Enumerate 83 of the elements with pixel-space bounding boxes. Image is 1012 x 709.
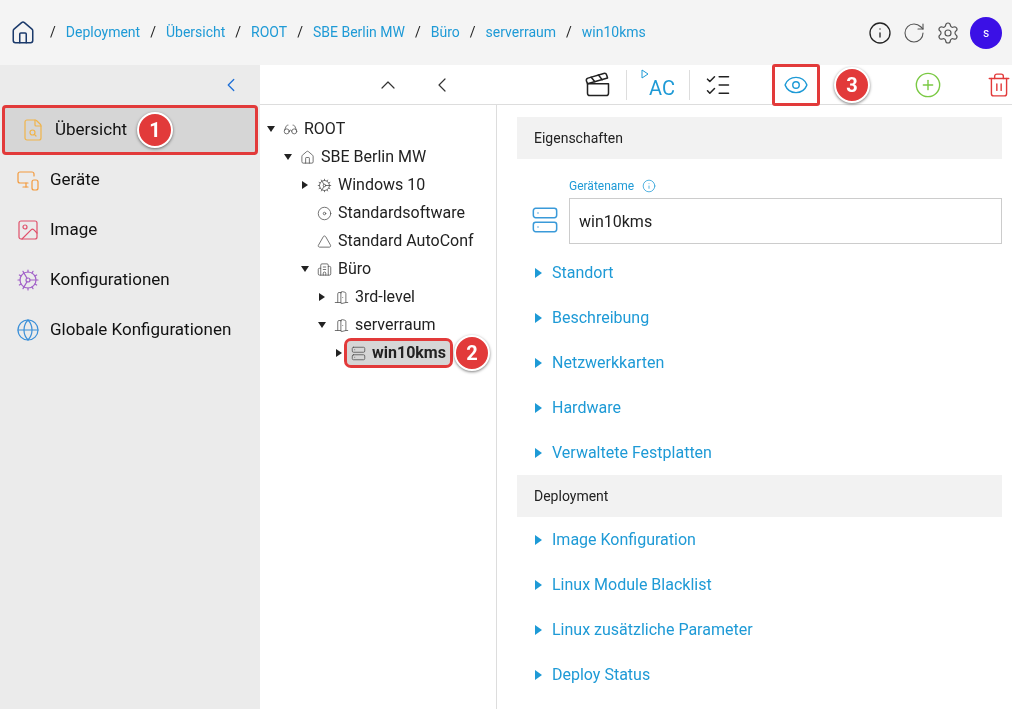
callout-badge: 2 bbox=[453, 335, 490, 371]
expand-caret-icon bbox=[535, 402, 542, 413]
tree-node-icon bbox=[317, 233, 332, 249]
expanded-caret-icon[interactable] bbox=[266, 124, 276, 134]
tree-item[interactable]: SBE Berlin MW bbox=[296, 145, 431, 169]
breadcrumb-separator: / bbox=[235, 23, 242, 42]
tree-item[interactable]: Standardsoftware bbox=[313, 201, 469, 225]
refresh-icon[interactable] bbox=[902, 20, 926, 45]
expand-caret-icon bbox=[535, 579, 542, 590]
tree-node-icon bbox=[300, 149, 315, 165]
expand-caret-icon bbox=[535, 534, 542, 545]
server-icon bbox=[531, 206, 559, 234]
tree-item[interactable]: win10kms bbox=[347, 341, 450, 365]
sidebar-item[interactable]: Geräte bbox=[0, 155, 260, 205]
breadcrumb-separator: / bbox=[469, 23, 476, 42]
play-icon bbox=[641, 68, 650, 79]
nav-icon bbox=[21, 118, 45, 142]
collapsible-section[interactable]: Linux zusätzliche Parameter bbox=[517, 607, 1002, 652]
expanded-caret-icon[interactable] bbox=[317, 320, 327, 330]
sidebar-item[interactable]: Konfigurationen bbox=[0, 255, 260, 305]
callout-badge: 1 bbox=[137, 112, 174, 148]
breadcrumb-separator: / bbox=[150, 23, 156, 42]
breadcrumb-separator: / bbox=[414, 23, 421, 42]
tree-item[interactable]: Standard AutoConf bbox=[313, 229, 478, 253]
tree-node-icon bbox=[317, 205, 332, 221]
info-icon[interactable] bbox=[868, 20, 892, 45]
breadcrumb-link[interactable]: Büro bbox=[430, 22, 460, 43]
sidebar-item[interactable]: Übersicht 1 bbox=[2, 105, 258, 155]
collapsible-section[interactable]: Deploy Status bbox=[517, 652, 1002, 697]
expand-caret-icon bbox=[535, 267, 542, 278]
device-name-field[interactable]: win10kms bbox=[569, 198, 1002, 244]
delete-icon[interactable] bbox=[986, 71, 1012, 98]
nav-icon bbox=[16, 218, 40, 242]
collapsed-caret-icon[interactable] bbox=[334, 348, 344, 358]
tree-node-icon bbox=[317, 177, 332, 193]
tree-node-icon bbox=[334, 317, 349, 333]
breadcrumb-separator: / bbox=[566, 23, 572, 42]
tree-item[interactable]: ROOT bbox=[279, 117, 350, 141]
tree-item[interactable]: serverraum bbox=[330, 313, 440, 337]
tree-node-icon bbox=[317, 261, 332, 277]
settings-icon[interactable] bbox=[936, 20, 960, 45]
tree-item[interactable]: 3rd-level bbox=[330, 285, 419, 309]
view-button[interactable] bbox=[772, 63, 820, 106]
collapsible-section[interactable]: Hardware bbox=[517, 385, 1002, 430]
nav-icon bbox=[16, 268, 40, 292]
breadcrumb-separator: / bbox=[297, 23, 303, 42]
collapsed-caret-icon[interactable] bbox=[317, 292, 327, 302]
section-header: Eigenschaften bbox=[517, 117, 1002, 159]
section-header: Deployment bbox=[517, 475, 1002, 517]
sidebar-item[interactable]: Globale Konfigurationen bbox=[0, 305, 260, 355]
breadcrumb-link[interactable]: win10kms bbox=[581, 22, 646, 43]
tree-node-icon bbox=[334, 289, 349, 305]
collapsible-section[interactable]: Beschreibung bbox=[517, 295, 1002, 340]
home-icon[interactable] bbox=[10, 19, 36, 46]
collapsible-section[interactable]: Linux Module Blacklist bbox=[517, 562, 1002, 607]
tree-item[interactable]: Windows 10 bbox=[313, 173, 430, 197]
breadcrumb-link[interactable]: Übersicht bbox=[165, 22, 226, 43]
collapsible-section[interactable]: Image Konfiguration bbox=[517, 517, 1002, 562]
breadcrumb-separator: / bbox=[50, 23, 56, 42]
field-label: Gerätename bbox=[569, 178, 635, 195]
collapsible-section[interactable]: Netzwerkkarten bbox=[517, 340, 1002, 385]
nav-icon bbox=[16, 168, 40, 192]
tree-node-icon bbox=[351, 345, 366, 361]
user-avatar[interactable]: s bbox=[970, 16, 1002, 49]
breadcrumb-link[interactable]: Deployment bbox=[65, 22, 141, 43]
expanded-caret-icon[interactable] bbox=[283, 152, 293, 162]
breadcrumb-link[interactable]: ROOT bbox=[251, 22, 288, 43]
expand-caret-icon bbox=[535, 624, 542, 635]
tree-item[interactable]: Büro bbox=[313, 257, 376, 281]
collapsible-section[interactable]: Verwaltete Festplatten bbox=[517, 430, 1002, 475]
autoconf-button[interactable]: AC bbox=[641, 66, 675, 103]
expand-caret-icon bbox=[535, 669, 542, 680]
expand-caret-icon bbox=[535, 447, 542, 458]
nav-icon bbox=[16, 318, 40, 342]
collapsible-section[interactable]: Standort bbox=[517, 250, 1002, 295]
expand-caret-icon bbox=[535, 312, 542, 323]
expand-caret-icon bbox=[535, 357, 542, 368]
sidebar-item[interactable]: Image bbox=[0, 205, 260, 255]
expanded-caret-icon[interactable] bbox=[300, 264, 310, 274]
breadcrumb-link[interactable]: SBE Berlin MW bbox=[312, 22, 405, 43]
callout-badge: 3 bbox=[834, 66, 870, 103]
collapsed-caret-icon[interactable] bbox=[300, 180, 310, 190]
breadcrumb-link[interactable]: serverraum bbox=[485, 22, 557, 43]
